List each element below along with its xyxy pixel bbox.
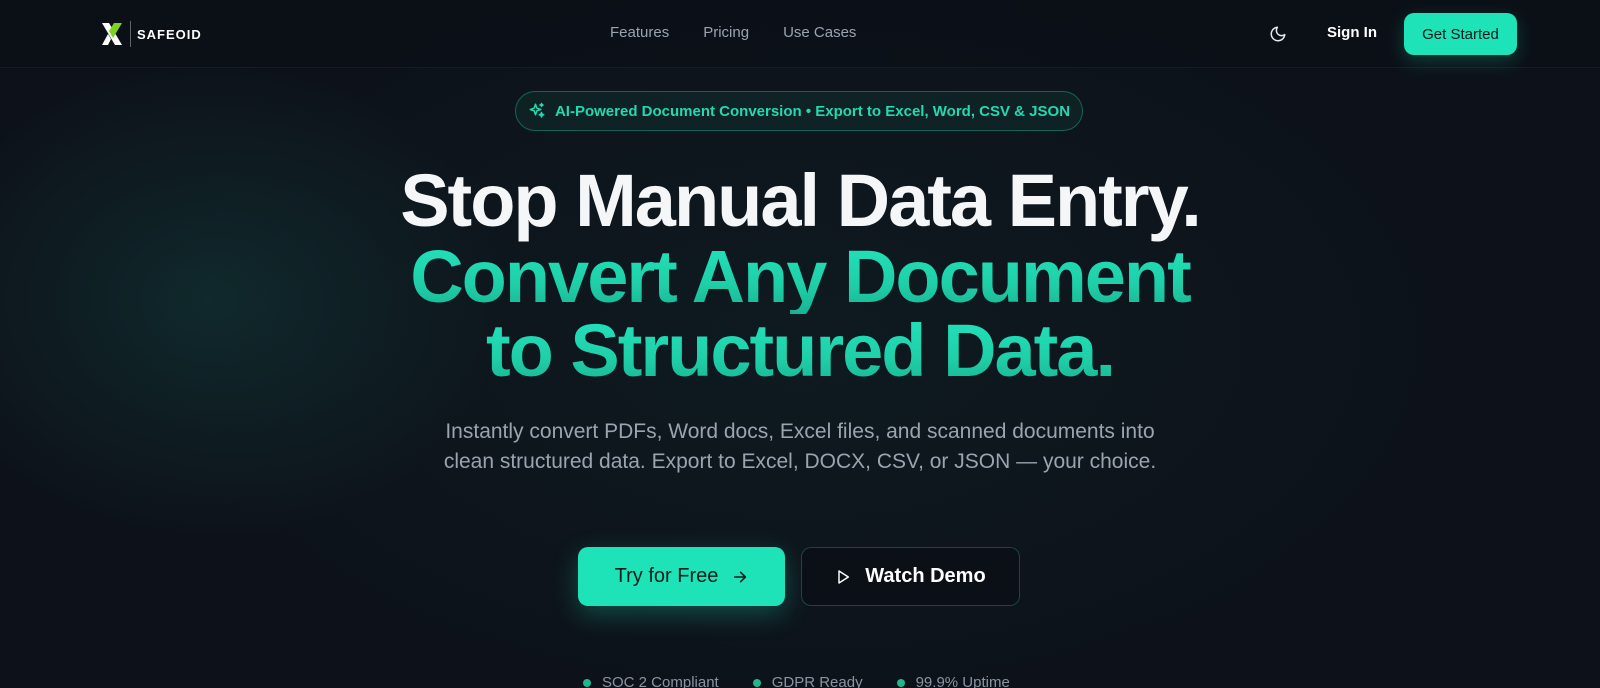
nav-link-pricing[interactable]: Pricing xyxy=(703,24,749,41)
trust-indicators: SOC 2 Compliant GDPR Ready 99.9% Uptime xyxy=(583,674,1010,688)
logo-divider xyxy=(130,21,131,47)
trust-label: SOC 2 Compliant xyxy=(602,674,719,688)
watch-demo-button[interactable]: Watch Demo xyxy=(801,547,1020,606)
status-dot-icon xyxy=(752,678,761,687)
arrow-right-icon xyxy=(734,571,747,582)
sign-in-link[interactable]: Sign In xyxy=(1327,24,1377,41)
headline-line-3: to Structured Data. xyxy=(0,314,1600,388)
nav-link-features[interactable]: Features xyxy=(610,24,669,41)
trust-item-soc2: SOC 2 Compliant xyxy=(583,674,719,688)
status-dot-icon xyxy=(896,678,905,687)
nav-link-use-cases[interactable]: Use Cases xyxy=(783,24,856,41)
safeoid-logo-icon xyxy=(102,23,122,45)
feature-badge: AI-Powered Document Conversion • Export … xyxy=(515,91,1083,131)
top-navigation: SAFEOID Features Pricing Use Cases Sign … xyxy=(0,0,1600,68)
sparkles-icon xyxy=(529,102,545,118)
trust-item-gdpr: GDPR Ready xyxy=(752,674,863,688)
status-dot-icon xyxy=(583,678,591,687)
headline-line-1: Stop Manual Data Entry. xyxy=(400,159,1202,242)
theme-toggle-button[interactable] xyxy=(1266,22,1290,46)
landing-page: SAFEOID Features Pricing Use Cases Sign … xyxy=(0,0,1600,688)
trust-item-uptime: 99.9% Uptime xyxy=(896,674,1010,688)
watch-demo-label: Watch Demo xyxy=(865,565,986,587)
try-for-free-label: Try for Free xyxy=(614,565,719,587)
hero-subtitle: Instantly convert PDFs, Word docs, Excel… xyxy=(443,420,1157,473)
headline-line-2: Convert Any Document xyxy=(0,240,1600,314)
brand-name: SAFEOID xyxy=(137,26,202,42)
badge-text: AI-Powered Document Conversion • Export … xyxy=(554,102,1071,120)
brand-logo[interactable]: SAFEOID xyxy=(100,19,202,49)
try-for-free-button[interactable]: Try for Free xyxy=(578,547,785,606)
play-icon xyxy=(838,569,850,584)
get-started-button[interactable]: Get Started xyxy=(1404,13,1517,55)
trust-label: GDPR Ready xyxy=(771,674,863,688)
hero-headline: Stop Manual Data Entry. Convert Any Docu… xyxy=(0,162,1600,388)
trust-label: 99.9% Uptime xyxy=(915,674,1010,688)
main-nav-links: Features Pricing Use Cases xyxy=(610,24,856,41)
moon-icon xyxy=(1270,26,1286,42)
